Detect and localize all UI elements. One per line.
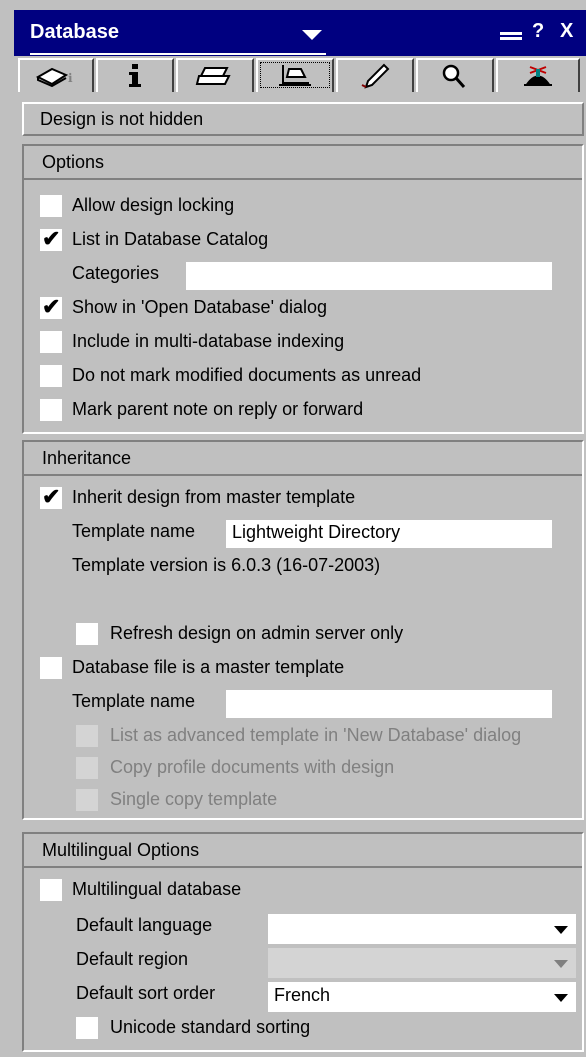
launch-tab[interactable]: [336, 58, 414, 92]
allow-design-locking-checkbox[interactable]: [40, 195, 62, 217]
master-template-checkbox[interactable]: [40, 657, 62, 679]
unicode-sorting-checkbox[interactable]: [76, 1017, 98, 1039]
master-template-name-input[interactable]: [226, 690, 552, 718]
window-title[interactable]: Database: [30, 21, 119, 44]
list-advanced-label[interactable]: List as advanced template in 'New Databa…: [110, 725, 521, 746]
default-language-label: Default language: [76, 915, 213, 935]
help-icon[interactable]: ?: [532, 20, 544, 43]
design-panel: Design is not hidden Options Allow desig…: [14, 94, 586, 1057]
inherit-design-label[interactable]: Inherit design from master template: [72, 487, 355, 508]
printer-icon: [195, 67, 231, 85]
design-tab[interactable]: [256, 58, 334, 92]
multilingual-heading: Multilingual Options: [24, 834, 582, 868]
inheritance-heading: Inheritance: [24, 442, 582, 476]
multilingual-db-label[interactable]: Multilingual database: [72, 879, 241, 900]
design-status-bar: Design is not hidden: [22, 102, 584, 136]
multi-db-indexing-label[interactable]: Include in multi-database indexing: [72, 331, 344, 352]
template-name-label: Template name: [72, 521, 196, 541]
info-icon: [129, 64, 141, 87]
list-in-catalog-label[interactable]: List in Database Catalog: [72, 229, 268, 250]
multilingual-section: Multilingual Options Multilingual databa…: [22, 832, 584, 1052]
close-icon[interactable]: X: [560, 20, 573, 43]
checkmark-icon: ✔: [42, 226, 61, 251]
multilingual-db-checkbox[interactable]: [40, 879, 62, 901]
copy-profile-label[interactable]: Copy profile documents with design: [110, 757, 394, 778]
unicode-sorting-label[interactable]: Unicode standard sorting: [110, 1017, 310, 1038]
checkmark-icon: ✔: [42, 294, 61, 319]
multilingual-heading-label: Multilingual Options: [42, 840, 200, 860]
basics-tab[interactable]: ℹ: [18, 58, 94, 92]
refresh-admin-checkbox[interactable]: [76, 623, 98, 645]
propeller-hat-icon: [524, 66, 552, 86]
allow-design-locking-label[interactable]: Allow design locking: [72, 195, 234, 216]
title-bar: Database ? X: [14, 10, 586, 56]
list-advanced-checkbox[interactable]: [76, 725, 98, 747]
single-copy-label[interactable]: Single copy template: [110, 789, 277, 810]
min-icon[interactable]: [500, 32, 522, 40]
mark-parent-note-checkbox[interactable]: [40, 399, 62, 421]
mark-parent-note-label[interactable]: Mark parent note on reply or forward: [72, 399, 363, 420]
chevron-down-icon[interactable]: [554, 994, 568, 1002]
design-icon: [279, 65, 311, 86]
options-heading-label: Options: [42, 152, 105, 172]
magnifier-icon: [442, 64, 466, 88]
book-icon: ℹ: [35, 67, 73, 87]
single-copy-checkbox[interactable]: [76, 789, 98, 811]
search-tab[interactable]: [416, 58, 494, 92]
master-template-name-label: Template name: [72, 691, 196, 711]
categories-input[interactable]: [186, 262, 552, 290]
default-region-label: Default region: [76, 949, 189, 969]
advanced-tab[interactable]: [496, 58, 580, 92]
inherit-design-checkbox[interactable]: ✔: [40, 484, 62, 509]
design-status-text: Design is not hidden: [40, 109, 204, 129]
chevron-down-icon[interactable]: [554, 960, 568, 968]
master-template-label[interactable]: Database file is a master template: [72, 657, 344, 678]
no-mark-unread-label[interactable]: Do not mark modified documents as unread: [72, 365, 421, 386]
rocket-icon: [361, 63, 390, 89]
default-language-select[interactable]: [268, 914, 576, 944]
categories-label: Categories: [72, 263, 160, 283]
title-underline: [30, 53, 326, 55]
title-dropdown-icon[interactable]: [302, 30, 322, 40]
inheritance-section: Inheritance ✔ Inherit design from master…: [22, 440, 584, 820]
multi-db-indexing-checkbox[interactable]: [40, 331, 62, 353]
no-mark-unread-checkbox[interactable]: [40, 365, 62, 387]
template-version-text: Template version is 6.0.3 (16-07-2003): [72, 555, 381, 575]
show-open-dialog-label[interactable]: Show in 'Open Database' dialog: [72, 297, 327, 318]
default-sort-label: Default sort order: [76, 983, 216, 1003]
refresh-admin-label[interactable]: Refresh design on admin server only: [110, 623, 403, 644]
show-open-dialog-checkbox[interactable]: ✔: [40, 294, 62, 319]
list-in-catalog-checkbox[interactable]: ✔: [40, 226, 62, 251]
options-section: Options Allow design locking ✔ List in D…: [22, 144, 584, 434]
chevron-down-icon[interactable]: [554, 926, 568, 934]
svg-text:ℹ: ℹ: [68, 71, 73, 85]
template-name-input[interactable]: Lightweight Directory: [226, 520, 552, 548]
tab-strip: ℹ: [14, 56, 586, 94]
default-sort-select[interactable]: French: [268, 982, 576, 1012]
copy-profile-checkbox[interactable]: [76, 757, 98, 779]
inheritance-heading-label: Inheritance: [42, 448, 132, 468]
default-sort-value: French: [274, 985, 331, 1005]
options-heading: Options: [24, 146, 582, 180]
print-tab[interactable]: [176, 58, 254, 92]
info-tab[interactable]: [96, 58, 174, 92]
checkmark-icon: ✔: [42, 484, 61, 509]
default-region-select[interactable]: [268, 948, 576, 978]
